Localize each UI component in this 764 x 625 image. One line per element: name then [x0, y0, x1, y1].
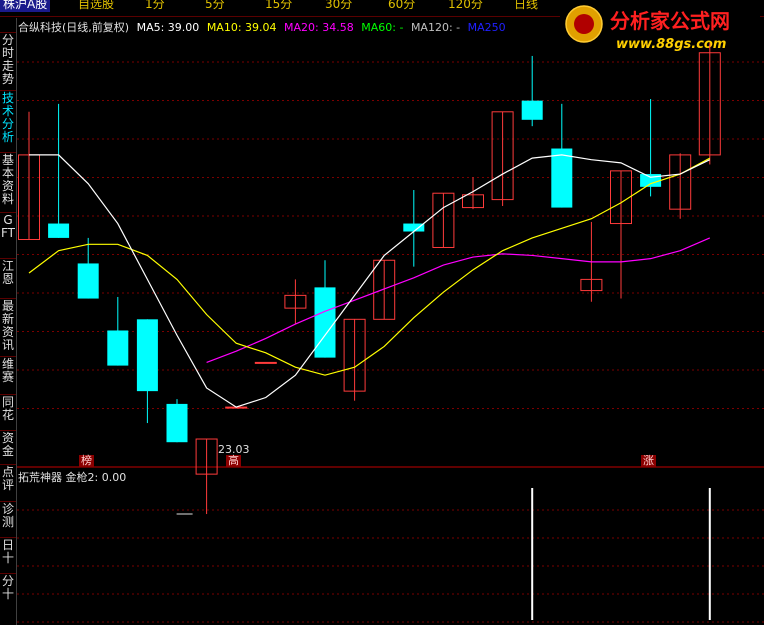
- candle-body: [48, 223, 70, 238]
- candle-body: [403, 223, 425, 232]
- candle-body: [314, 287, 336, 358]
- marker-bang: 榜: [79, 454, 94, 467]
- kline-chart[interactable]: [0, 0, 764, 625]
- candle-body: [166, 403, 188, 443]
- marker-gao: 高: [226, 454, 241, 467]
- ma5-line: [29, 154, 711, 408]
- candle-body: [77, 263, 99, 299]
- ma10-line: [28, 157, 711, 376]
- ma20-line: [206, 237, 711, 363]
- marker-zhang: 涨: [641, 454, 656, 467]
- candle-body: [107, 330, 129, 366]
- candle-body: [551, 148, 573, 208]
- candle-body: [254, 361, 277, 364]
- candle-body: [136, 319, 158, 392]
- candle-body: [521, 100, 543, 120]
- indicator-label: 拓荒神器 金枪2: 0.00: [18, 471, 127, 484]
